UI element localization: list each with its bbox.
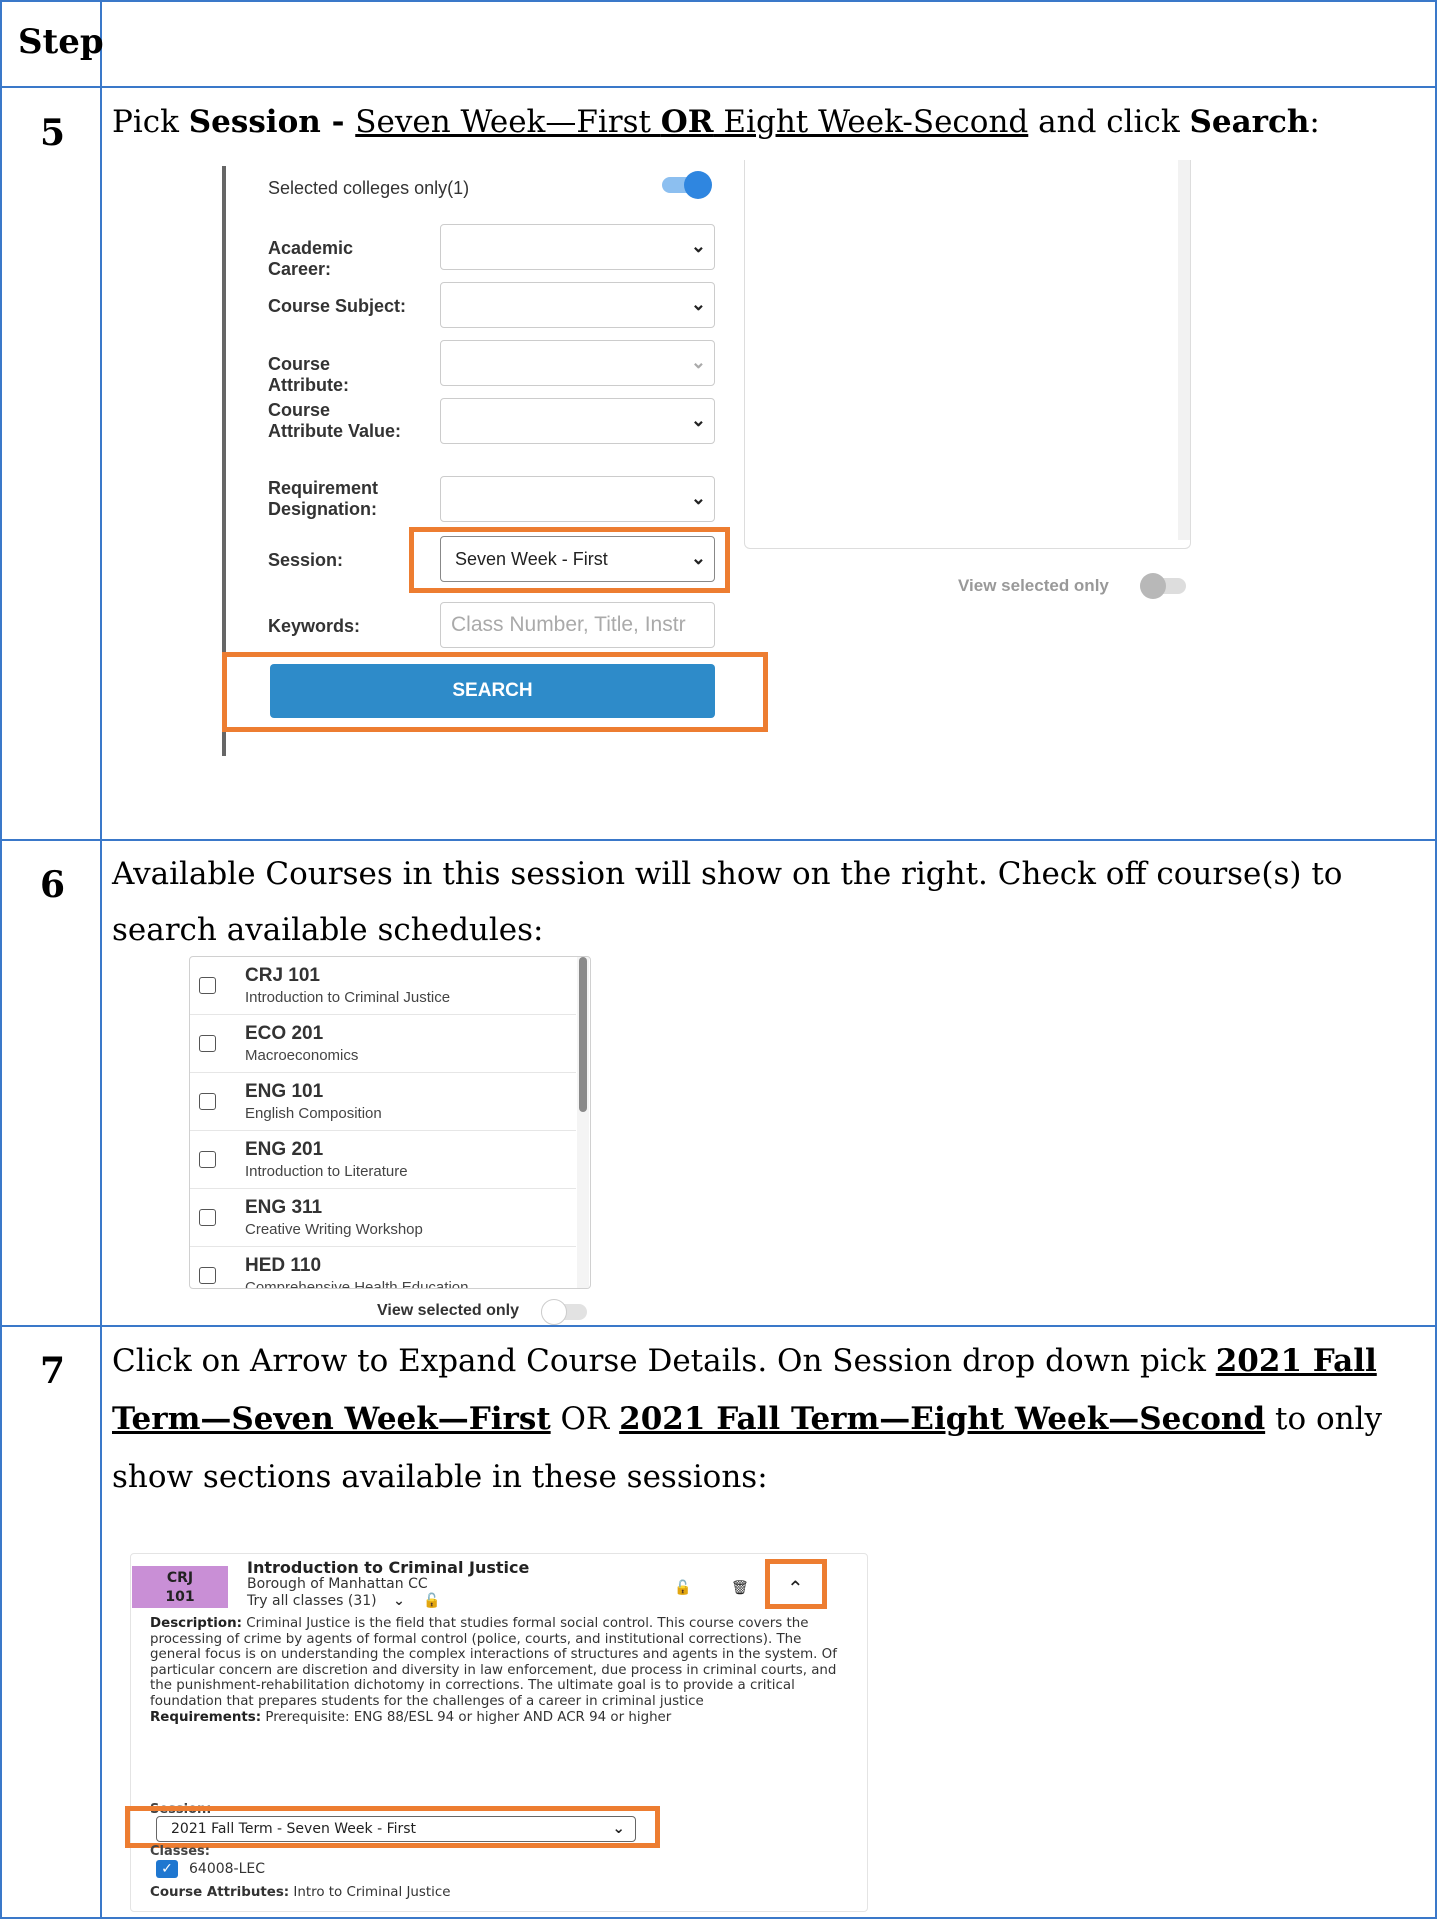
- course-checkbox[interactable]: [199, 1267, 216, 1284]
- instruction-table: Step 5 Pick Session - Seven Week—First O…: [0, 0, 1437, 1919]
- list-item[interactable]: CRJ 101 Introduction to Criminal Justice: [190, 957, 576, 1015]
- scrollbar[interactable]: [1178, 160, 1190, 540]
- requirement-designation-label: Requirement Designation:: [268, 478, 379, 519]
- course-attributes: Course Attributes: Intro to Criminal Jus…: [150, 1885, 451, 1900]
- course-checkbox[interactable]: [199, 1093, 216, 1110]
- course-attribute-label: Course Attribute:: [268, 354, 349, 395]
- requirement-designation-select[interactable]: ⌄: [440, 476, 715, 522]
- course-subject-label: Course Subject:: [268, 296, 407, 316]
- unlock-icon[interactable]: 🔓: [674, 1580, 691, 1596]
- unlock-icon[interactable]: 🔓: [423, 1593, 440, 1609]
- selected-colleges-toggle[interactable]: [662, 171, 712, 199]
- course-title: Introduction to Criminal Justice: [247, 1558, 530, 1577]
- step-instruction: Available Courses in this session will s…: [112, 856, 1343, 948]
- course-attribute-select[interactable]: ⌄: [440, 340, 715, 386]
- search-highlight-box: [222, 652, 768, 732]
- class-id: 64008-LEC: [189, 1861, 266, 1877]
- trash-icon[interactable]: 🗑: [731, 1580, 749, 1596]
- view-selected-only-label: View selected only: [958, 576, 1109, 595]
- course-checkbox[interactable]: [199, 1209, 216, 1226]
- scrollbar-thumb[interactable]: [579, 957, 587, 1112]
- academic-career-select[interactable]: ⌄: [440, 224, 715, 270]
- step-number: 6: [40, 864, 66, 906]
- course-results-panel[interactable]: [744, 160, 1191, 549]
- course-attribute-value-select[interactable]: ⌄: [440, 398, 715, 444]
- chevron-down-icon: ⌄: [690, 410, 706, 430]
- view-selected-only-toggle[interactable]: [541, 1299, 589, 1325]
- table-border-row5-bottom: [0, 839, 1437, 841]
- list-item[interactable]: ENG 311 Creative Writing Workshop: [190, 1189, 576, 1247]
- step-instruction: Pick Session - Seven Week—First OR Eight…: [112, 104, 1320, 140]
- class-checkbox[interactable]: ✓: [156, 1860, 178, 1878]
- session-highlight-box: [409, 527, 730, 593]
- course-list[interactable]: CRJ 101 Introduction to Criminal Justice …: [189, 956, 591, 1289]
- course-checkbox[interactable]: [199, 977, 216, 994]
- session-label: Session:: [268, 550, 344, 570]
- course-description: Description: Criminal Justice is the fie…: [150, 1616, 837, 1725]
- course-list-screenshot: CRJ 101 Introduction to Criminal Justice …: [189, 956, 591, 1325]
- try-all-classes[interactable]: Try all classes (31) ⌄ 🔓: [247, 1593, 441, 1609]
- course-card-screenshot: CRJ 101 Introduction to Criminal Justice …: [125, 1553, 868, 1912]
- course-checkbox[interactable]: [199, 1035, 216, 1052]
- table-border-top: [0, 0, 1437, 2]
- list-item[interactable]: ENG 201 Introduction to Literature: [190, 1131, 576, 1189]
- step-number: 7: [40, 1350, 66, 1392]
- view-selected-only-toggle[interactable]: [1140, 573, 1188, 599]
- list-item[interactable]: HED 110 Comprehensive Health Education: [190, 1247, 576, 1288]
- course-attribute-value-label: Course Attribute Value:: [268, 400, 402, 441]
- view-selected-only-label: View selected only: [377, 1302, 519, 1319]
- chevron-down-icon[interactable]: ⌄: [393, 1593, 405, 1609]
- scrollbar[interactable]: [577, 957, 589, 1288]
- expand-arrow-highlight-box: [765, 1559, 827, 1609]
- course-badge: CRJ 101: [132, 1566, 228, 1608]
- chevron-down-icon: ⌄: [690, 488, 706, 508]
- classes-label: Classes:: [150, 1844, 210, 1859]
- table-border-left: [0, 0, 2, 1919]
- table-border-col-divider: [100, 0, 102, 1919]
- chevron-down-icon: ⌄: [690, 352, 706, 372]
- chevron-down-icon: ⌄: [690, 294, 706, 314]
- keywords-input[interactable]: Class Number, Title, Instr: [440, 602, 715, 648]
- chevron-down-icon: ⌄: [690, 236, 706, 256]
- table-border-right: [1435, 0, 1437, 1919]
- table-border-row6-bottom: [0, 1325, 1437, 1327]
- list-item[interactable]: ENG 101 English Composition: [190, 1073, 576, 1131]
- search-form-screenshot: Selected colleges only(1) Academic Caree…: [222, 160, 1202, 756]
- course-subject-select[interactable]: ⌄: [440, 282, 715, 328]
- course-checkbox[interactable]: [199, 1151, 216, 1168]
- step-column-header: Step: [18, 22, 104, 62]
- list-item[interactable]: ECO 201 Macroeconomics: [190, 1015, 576, 1073]
- keywords-label: Keywords:: [268, 616, 361, 636]
- step-number: 5: [40, 112, 66, 154]
- college-name: Borough of Manhattan CC: [247, 1576, 428, 1592]
- step-instruction: Click on Arrow to Expand Course Details.…: [112, 1343, 1383, 1495]
- academic-career-label: Academic Career:: [268, 238, 354, 279]
- table-border-header-bottom: [0, 86, 1437, 88]
- selected-colleges-label: Selected colleges only(1): [268, 178, 470, 198]
- session-highlight-box: [125, 1806, 660, 1848]
